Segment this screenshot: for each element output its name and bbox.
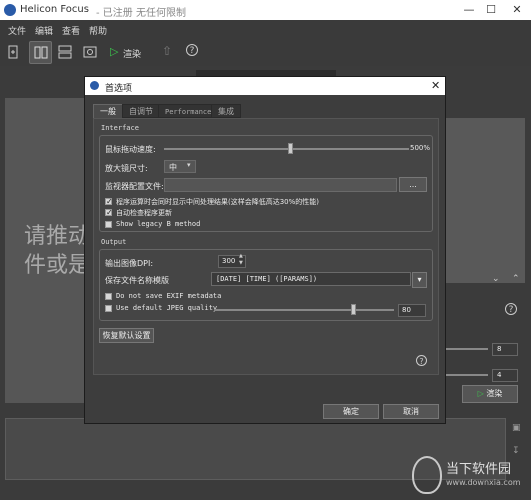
exif-label: Do not save EXIF metadata xyxy=(116,292,222,300)
browse-button[interactable]: ... xyxy=(399,177,427,192)
preferences-dialog: 首选项 ✕ 一般 自调节 Performance 集成 Interface 鼠标… xyxy=(84,76,446,424)
play-icon: ▷ xyxy=(477,389,484,398)
menu-file[interactable]: 文件 xyxy=(8,24,26,37)
menu-help[interactable]: 帮助 xyxy=(89,24,107,37)
menu-view[interactable]: 查看 xyxy=(62,24,80,37)
dialog-close-button[interactable]: ✕ xyxy=(431,79,440,92)
render-button[interactable]: ▷ 渲染 xyxy=(108,42,144,62)
exif-checkbox[interactable] xyxy=(105,293,112,300)
dialog-logo-icon xyxy=(90,81,99,90)
jpeg-quality-handle[interactable] xyxy=(351,304,357,315)
split-vertical-button[interactable] xyxy=(29,41,52,64)
image-icon xyxy=(83,46,97,58)
mouse-speed-handle[interactable] xyxy=(288,143,294,154)
spin-arrows-icon[interactable]: ▲ ▼ xyxy=(239,253,243,267)
image-view-button[interactable] xyxy=(80,42,100,62)
chevron-down-icon: ▾ xyxy=(187,161,191,169)
registration-status: - 已注册 无任何限制 xyxy=(96,8,186,19)
tab-content: Interface 鼠标拖动速度: 500% 放大镜尺寸: 中 ▾ 监视器配置文… xyxy=(93,118,439,375)
tab-integration[interactable]: 集成 xyxy=(211,104,241,118)
show-intermediate-checkbox[interactable] xyxy=(105,197,113,206)
watermark-logo-icon xyxy=(412,456,442,494)
menu-edit[interactable]: 编辑 xyxy=(35,24,53,37)
minimize-button[interactable]: — xyxy=(461,2,477,18)
file-plus-icon xyxy=(8,45,18,59)
help-icon[interactable]: ? xyxy=(186,44,198,56)
ok-button[interactable]: 确定 xyxy=(323,404,379,419)
side-help-icon[interactable]: ? xyxy=(505,303,517,315)
watermark-url: www.downxia.com xyxy=(446,478,521,487)
dialog-titlebar: 首选项 ✕ xyxy=(85,77,445,95)
template-dropdown-button[interactable]: ▾ xyxy=(412,272,427,288)
split-horizontal-button[interactable] xyxy=(55,42,75,62)
jpeg-quality-spinbox[interactable]: 80 xyxy=(398,304,426,317)
jpeg-quality-label: Use default JPEG quality xyxy=(116,304,218,312)
side-render-button[interactable]: ▷ 渲染 xyxy=(462,385,518,403)
rows-icon xyxy=(58,45,72,59)
dpi-label: 输出图像DPI: xyxy=(105,259,154,268)
export-icon[interactable]: ↧ xyxy=(512,446,520,456)
save-icon[interactable]: ▣ xyxy=(512,423,521,433)
window-title: Helicon Focus xyxy=(20,4,89,15)
mouse-speed-value: 500% xyxy=(410,144,431,152)
legacy-b-label: Show legacy B method xyxy=(116,220,201,228)
auto-update-label: 自动检查程序更新 xyxy=(116,209,172,217)
dialog-help-icon[interactable]: ? xyxy=(416,355,427,366)
interface-group-label: Interface xyxy=(101,124,139,132)
side-slider-b[interactable] xyxy=(446,374,488,376)
dialog-title: 首选项 xyxy=(105,84,133,94)
close-button[interactable]: ✕ xyxy=(509,2,525,18)
monitor-profile-label: 监视器配置文件: xyxy=(105,182,164,191)
chevron-up-icon[interactable]: ⌃ xyxy=(512,274,520,284)
render-label: 渲染 xyxy=(123,50,142,60)
chevron-down-icon[interactable]: ⌄ xyxy=(492,274,500,284)
jpeg-quality-track[interactable] xyxy=(214,309,394,311)
side-slider-a[interactable] xyxy=(446,348,488,350)
columns-icon xyxy=(34,46,48,59)
magnifier-select[interactable]: 中 ▾ xyxy=(164,160,196,173)
watermark-brand: 当下软件园 xyxy=(446,462,512,477)
output-group-label: Output xyxy=(101,238,127,246)
legacy-b-checkbox[interactable] xyxy=(105,221,112,228)
maximize-button[interactable]: ☐ xyxy=(483,2,499,18)
mouse-speed-track[interactable] xyxy=(164,148,409,150)
template-label: 保存文件名称模版 xyxy=(105,276,169,285)
side-spinbox-b[interactable]: 4 xyxy=(492,369,518,382)
monitor-profile-field[interactable] xyxy=(164,178,397,192)
auto-update-checkbox[interactable] xyxy=(105,208,113,217)
menu-bar: 文件 编辑 查看 帮助 xyxy=(0,20,531,38)
template-field[interactable]: [DATE] [TIME] ([PARAMS]) xyxy=(211,272,411,286)
tab-general[interactable]: 一般 xyxy=(93,104,123,118)
drop-hint-text: 请推动 件或是 xyxy=(24,224,91,278)
side-spinbox-a[interactable]: 8 xyxy=(492,343,518,356)
upload-icon[interactable]: ⇧ xyxy=(162,44,172,58)
jpeg-quality-checkbox[interactable] xyxy=(105,305,112,312)
preview-panel-right xyxy=(446,118,525,283)
show-intermediate-label: 程序运算时会同时显示中间处理结果(这样会降低高达30%的性能) xyxy=(116,198,320,206)
play-icon: ▷ xyxy=(110,45,119,58)
restore-defaults-button[interactable]: 恢复默认设置 xyxy=(99,328,154,343)
tab-performance[interactable]: Performance xyxy=(158,104,219,118)
window-titlebar: Helicon Focus - 已注册 无任何限制 — ☐ ✕ xyxy=(0,0,531,20)
magnifier-label: 放大镜尺寸: xyxy=(105,164,148,173)
cancel-button[interactable]: 取消 xyxy=(383,404,439,419)
tab-autoadjust[interactable]: 自调节 xyxy=(122,104,160,118)
new-file-button[interactable] xyxy=(3,42,23,62)
app-logo-icon xyxy=(4,4,16,16)
chevron-down-icon: ▾ xyxy=(417,275,422,284)
mouse-speed-label: 鼠标拖动速度: xyxy=(105,145,156,154)
